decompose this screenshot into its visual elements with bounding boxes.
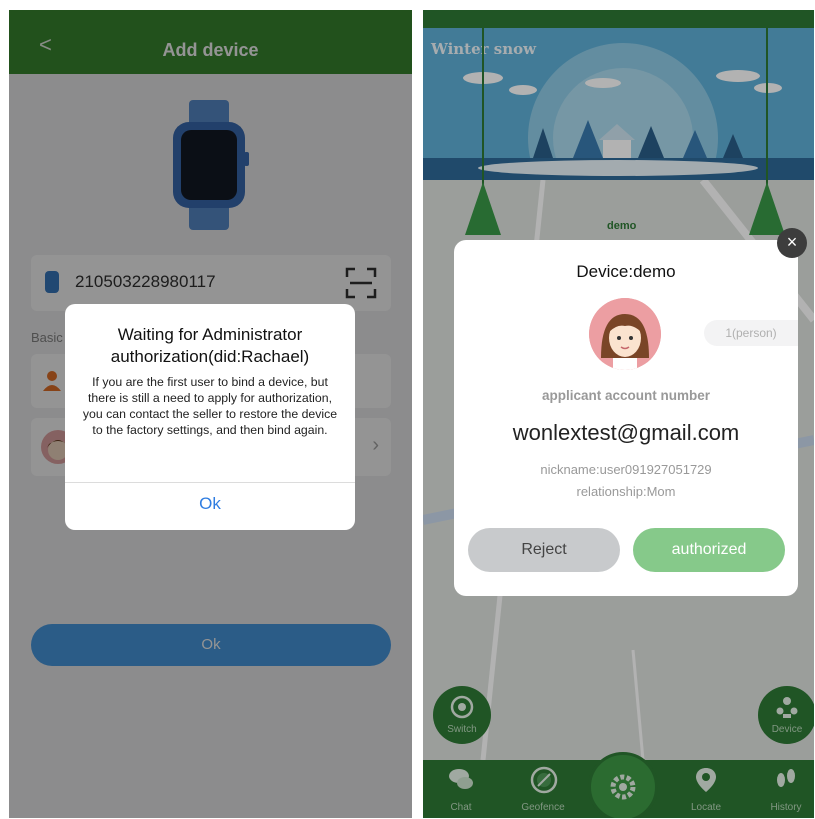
dialog-ok-button[interactable]: Ok bbox=[65, 494, 355, 514]
applicant-avatar bbox=[589, 298, 661, 370]
divider bbox=[65, 482, 355, 483]
applicant-nickname: nickname:user091927051729 bbox=[540, 462, 712, 477]
applicant-email: wonlextest@gmail.com bbox=[512, 420, 740, 445]
dialog-message: If you are the first user to bind a devi… bbox=[82, 375, 338, 437]
close-icon[interactable]: × bbox=[777, 228, 807, 258]
add-device-screen: < Add device 210503228980117 Basic › Ok … bbox=[9, 10, 412, 818]
reject-button[interactable]: Reject bbox=[468, 528, 620, 572]
member-count-badge: 1(person) bbox=[704, 320, 798, 346]
map-screen: Winter snow demo Switch Device Chat Geof… bbox=[423, 10, 814, 818]
authorization-dialog: Waiting for Administrator authorization(… bbox=[65, 304, 355, 530]
dialog-title: Device:demo bbox=[576, 262, 676, 281]
dialog-title: Waiting for Administrator authorization(… bbox=[110, 325, 310, 366]
authorize-button[interactable]: authorized bbox=[633, 528, 785, 572]
account-label: applicant account number bbox=[541, 388, 711, 403]
applicant-relationship: relationship:Mom bbox=[576, 484, 676, 499]
authorization-request-dialog: Device:demo 1(person) applicant account … bbox=[454, 240, 798, 596]
